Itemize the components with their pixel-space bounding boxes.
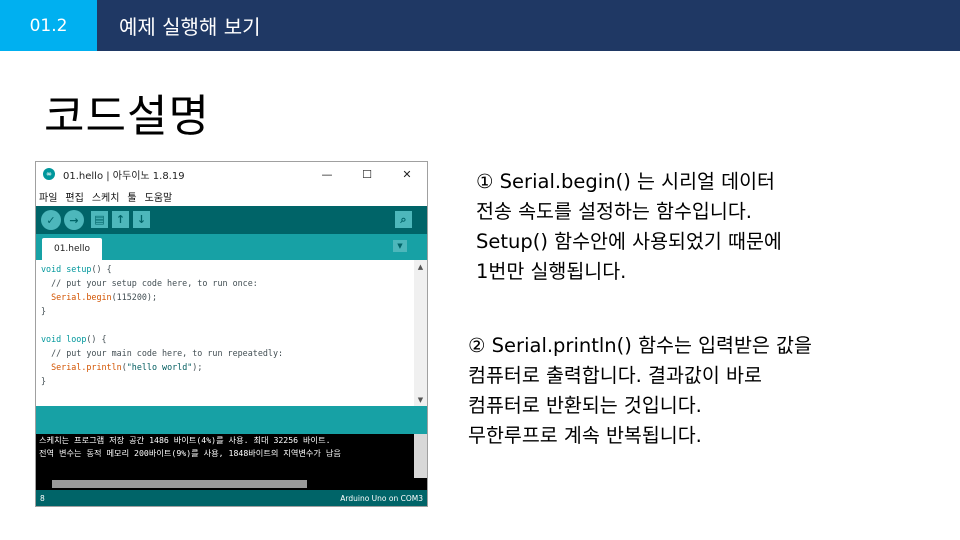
code-text: void setup() { // put your setup code he… (41, 264, 284, 386)
code-editor[interactable]: void setup() { // put your setup code he… (36, 260, 427, 406)
verify-icon[interactable]: ✓ (41, 210, 61, 230)
console-scrollbar[interactable] (414, 434, 427, 478)
tab-bar: 01.hello ▼ (36, 234, 427, 260)
minimize-button[interactable]: — (307, 162, 347, 186)
slide-title: 코드설명 (44, 91, 210, 142)
arduino-ide-window: ∞ 01.hello | 아두이노 1.8.19 — ☐ ✕ 파일 편집 스케치… (35, 161, 428, 507)
menu-help[interactable]: 도움말 (145, 189, 173, 204)
new-icon[interactable]: ▤ (91, 211, 108, 228)
tab-sketch[interactable]: 01.hello (42, 238, 102, 260)
section-title: 예제 실행해 보기 (97, 0, 960, 51)
explanation-line: 전송 속도를 설정하는 함수입니다. (476, 200, 752, 223)
scroll-thumb[interactable] (52, 480, 307, 488)
explanation-line: 1번만 실행됩니다. (476, 260, 627, 283)
menu-sketch[interactable]: 스케치 (92, 189, 120, 204)
window-titlebar: ∞ 01.hello | 아두이노 1.8.19 — ☐ ✕ (36, 162, 427, 186)
explanation-line: 무한루프로 계속 반복됩니다. (468, 424, 702, 447)
window-title: 01.hello | 아두이노 1.8.19 (63, 170, 185, 182)
explanation-line: 컴퓨터로 반환되는 것입니다. (468, 394, 702, 417)
tab-menu-icon[interactable]: ▼ (393, 240, 407, 252)
serial-monitor-icon[interactable]: ⌕ (395, 211, 412, 228)
console-line: 스케치는 프로그램 저장 공간 1486 바이트(4%)를 사용. 최대 322… (39, 435, 331, 445)
upload-icon[interactable]: → (64, 210, 84, 230)
section-number: 01.2 (0, 0, 97, 51)
explanation-line: Setup() 함수안에 사용되었기 때문에 (476, 230, 782, 253)
menu-file[interactable]: 파일 (39, 189, 57, 204)
menu-bar: 파일 편집 스케치 툴 도움말 (36, 186, 427, 206)
menu-tools[interactable]: 툴 (127, 189, 136, 204)
line-number: 8 (40, 494, 45, 503)
board-info: Arduino Uno on COM3 (340, 494, 423, 503)
open-icon[interactable]: ↑ (112, 211, 129, 228)
editor-scrollbar[interactable]: ▲ ▼ (414, 260, 427, 406)
save-icon[interactable]: ↓ (133, 211, 150, 228)
scroll-up-icon[interactable]: ▲ (414, 260, 427, 273)
bottom-status-bar: 8 Arduino Uno on COM3 (36, 490, 427, 506)
console-horizontal-scrollbar[interactable] (36, 478, 427, 490)
console-line: 전역 변수는 동적 메모리 200바이트(9%)를 사용, 1848바이트의 지… (39, 448, 341, 458)
close-button[interactable]: ✕ (387, 162, 427, 186)
explanation-line: ② Serial.println() 함수는 입력받은 값을 (468, 334, 812, 357)
arduino-logo-icon: ∞ (43, 168, 55, 180)
output-console: 스케치는 프로그램 저장 공간 1486 바이트(4%)를 사용. 최대 322… (36, 434, 427, 478)
maximize-button[interactable]: ☐ (347, 162, 387, 186)
ide-toolbar: ✓ → ▤ ↑ ↓ ⌕ (36, 206, 427, 234)
scroll-down-icon[interactable]: ▼ (414, 393, 427, 406)
explanation-line: 컴퓨터로 출력합니다. 결과값이 바로 (468, 364, 762, 387)
menu-edit[interactable]: 편집 (65, 189, 83, 204)
explanation-serial-println: ② Serial.println() 함수는 입력받은 값을 컴퓨터로 출력합니… (468, 331, 812, 451)
window-controls: — ☐ ✕ (307, 162, 427, 186)
explanation-line: ① Serial.begin() 는 시리얼 데이터 (476, 170, 775, 193)
explanation-serial-begin: ① Serial.begin() 는 시리얼 데이터 전송 속도를 설정하는 함… (476, 167, 782, 287)
status-bar (36, 406, 427, 434)
